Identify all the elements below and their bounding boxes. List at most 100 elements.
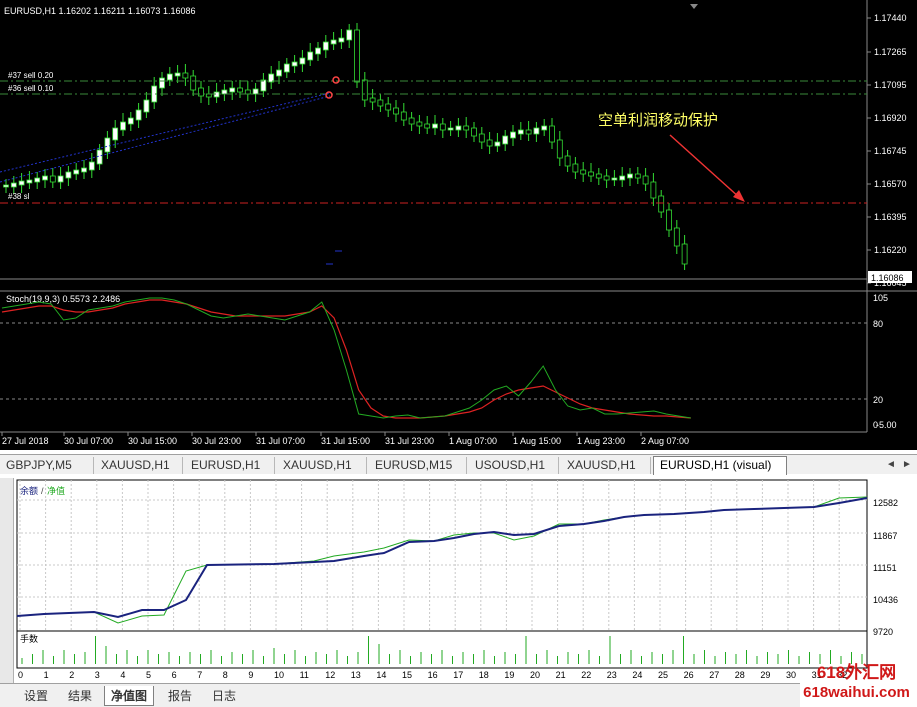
time-axis-label: 30 Jul 23:00 xyxy=(192,436,241,446)
legend-balance: 余额 xyxy=(20,485,38,496)
candle-body xyxy=(307,51,314,61)
time-axis-label: 27 Jul 2018 xyxy=(2,436,49,446)
candle-body xyxy=(525,129,532,135)
equity-x-label: 25 xyxy=(658,670,668,680)
tab-report[interactable]: 报告 xyxy=(162,686,198,706)
candle-body xyxy=(463,125,470,131)
candle-body xyxy=(580,169,587,175)
candle-body xyxy=(49,175,56,183)
candle-body xyxy=(502,135,509,145)
price-axis-label: 1.16220 xyxy=(874,245,907,255)
candle-body xyxy=(603,175,610,181)
indicator-title: Stoch(19,9,3) 0.5573 2.2486 xyxy=(6,294,120,304)
candle-body xyxy=(478,133,485,143)
candle-body xyxy=(338,37,345,43)
time-axis-label: 31 Jul 07:00 xyxy=(256,436,305,446)
candle-body xyxy=(447,127,454,131)
candle-body xyxy=(159,77,165,89)
annotation-text: 空单利润移动保护 xyxy=(598,112,718,129)
candle-body xyxy=(166,73,173,81)
tab-scroll-left-icon[interactable]: ◄ xyxy=(884,458,898,472)
ind-level-20: 20 xyxy=(873,395,883,405)
watermark-line2: 618waihui.com xyxy=(803,684,910,701)
equity-y-label: 12582 xyxy=(873,498,898,508)
candle-body xyxy=(330,39,337,45)
time-axis-label: 30 Jul 15:00 xyxy=(128,436,177,446)
sell36-label: #36 sell 0.10 xyxy=(8,84,54,93)
candle-body xyxy=(182,72,189,79)
candle-body xyxy=(556,139,563,159)
legend-equity: 净值 xyxy=(47,485,65,496)
candle-body xyxy=(104,137,111,153)
equity-x-label: 18 xyxy=(479,670,489,680)
candle-body xyxy=(10,182,17,188)
price-axis-label: 1.16570 xyxy=(874,179,907,189)
candle-body xyxy=(276,69,282,77)
candle-body xyxy=(3,184,9,188)
tab-gbpjpy-m5[interactable]: GBPJPY,M5 xyxy=(0,457,94,474)
tab-results[interactable]: 结果 xyxy=(62,686,98,706)
sell37-label: #37 sell 0.20 xyxy=(8,71,54,80)
candle-body xyxy=(26,179,33,184)
candle-body xyxy=(135,109,142,121)
tab-eurusd-h1-visual[interactable]: EURUSD,H1 (visual) xyxy=(653,456,787,475)
candle-body xyxy=(642,175,649,185)
equity-x-label: 8 xyxy=(223,670,228,680)
candle-body xyxy=(81,167,87,173)
tab-eurusd-h1[interactable]: EURUSD,H1 xyxy=(185,457,275,474)
candle-body xyxy=(619,175,626,181)
equity-y-label: 10436 xyxy=(873,595,898,605)
equity-y-label: 11867 xyxy=(873,531,897,541)
tab-xauusd-h1-b[interactable]: XAUUSD,H1 xyxy=(277,457,367,474)
tab-equity-graph[interactable]: 净值图 xyxy=(104,686,155,706)
ind-level-105: 105 xyxy=(873,293,888,303)
candle-body xyxy=(283,63,290,73)
candle-body xyxy=(361,79,368,101)
candle-body xyxy=(634,173,641,179)
equity-x-label: 12 xyxy=(325,670,335,680)
equity-x-label: 27 xyxy=(709,670,719,680)
tab-xauusd-h1-c[interactable]: XAUUSD,H1 xyxy=(561,457,651,474)
price-axis-label: 1.17440 xyxy=(874,13,907,23)
equity-chart[interactable]: 125821186711151104369720 余额 / 净值 手数 0123… xyxy=(14,478,917,683)
candle-body xyxy=(18,180,25,186)
equity-x-label: 2 xyxy=(69,670,74,680)
candle-body xyxy=(229,87,236,93)
equity-x-label: 23 xyxy=(607,670,617,680)
equity-x-label: 28 xyxy=(735,670,745,680)
tab-journal[interactable]: 日志 xyxy=(206,686,242,706)
tester-side-panel[interactable]: 测试 xyxy=(0,478,14,707)
candle-body xyxy=(143,99,150,113)
candle-body xyxy=(65,171,72,179)
time-axis-label: 31 Jul 23:00 xyxy=(385,436,434,446)
chart-tab-bar: GBPJPY,M5 XAUUSD,H1 EURUSD,H1 XAUUSD,H1 … xyxy=(0,454,917,475)
tab-usousd-h1[interactable]: USOUSD,H1 xyxy=(469,457,559,474)
candle-body xyxy=(198,87,204,97)
candle-body xyxy=(486,139,493,147)
tab-eurusd-m15[interactable]: EURUSD,M15 xyxy=(369,457,467,474)
tab-xauusd-h1-a[interactable]: XAUUSD,H1 xyxy=(95,457,183,474)
price-axis-label: 1.16745 xyxy=(874,146,907,156)
site-watermark: 618外汇网 618waihui.com xyxy=(796,663,917,707)
tester-tab-bar: 设置 结果 净值图 报告 日志 xyxy=(0,683,800,707)
candle-body xyxy=(611,177,618,181)
time-axis-label: 31 Jul 15:00 xyxy=(321,436,370,446)
equity-x-label: 4 xyxy=(120,670,125,680)
candle-body xyxy=(354,29,360,83)
stochastic-panel[interactable]: Stoch(19,9,3) 0.5573 2.2486 105 80 20 0 … xyxy=(0,290,917,450)
candle-body xyxy=(346,29,353,41)
tab-settings[interactable]: 设置 xyxy=(18,686,54,706)
candle-body xyxy=(73,169,80,175)
candle-body xyxy=(627,173,633,179)
candle-body xyxy=(588,171,594,177)
candle-body xyxy=(408,117,415,125)
candle-body xyxy=(237,87,243,93)
tab-scroll-right-icon[interactable]: ► xyxy=(900,458,914,472)
equity-x-label: 17 xyxy=(453,670,463,680)
equity-x-label: 16 xyxy=(428,670,438,680)
current-price-label: 1.16086 xyxy=(871,273,904,283)
candle-body xyxy=(424,123,431,129)
equity-x-label: 13 xyxy=(351,670,361,680)
price-chart[interactable]: EURUSD,H1 1.16202 1.16211 1.16073 1.1608… xyxy=(0,0,917,290)
candle-body xyxy=(650,181,657,199)
